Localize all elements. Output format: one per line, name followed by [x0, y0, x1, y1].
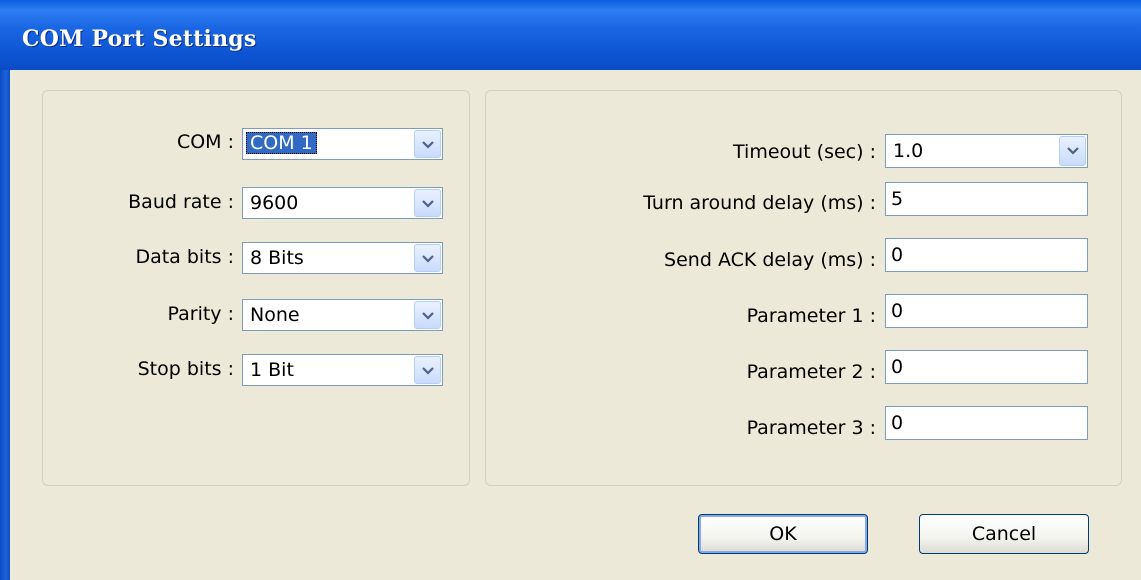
stop-bits-select[interactable]: 1 Bit [242, 354, 443, 386]
chevron-down-icon[interactable] [414, 189, 441, 217]
title-bar[interactable]: COM Port Settings [0, 0, 1141, 70]
parity-value: None [250, 304, 300, 326]
turn-around-delay-value: 5 [891, 188, 904, 210]
stop-bits-label: Stop bits : [137, 358, 234, 380]
baud-rate-select[interactable]: 9600 [242, 187, 443, 219]
chevron-down-icon[interactable] [414, 301, 441, 329]
chevron-down-icon[interactable] [414, 356, 441, 384]
com-select[interactable]: COM 1 [242, 128, 443, 160]
parameter-1-input[interactable]: 0 [885, 294, 1088, 328]
send-ack-delay-value: 0 [891, 244, 904, 266]
timeout-value: 1.0 [893, 140, 924, 162]
baud-rate-value: 9600 [250, 192, 299, 214]
data-bits-value: 8 Bits [250, 247, 304, 269]
parameter-3-input[interactable]: 0 [885, 406, 1088, 440]
timeout-label: Timeout (sec) : [733, 141, 876, 163]
cancel-button[interactable]: Cancel [919, 514, 1089, 554]
dialog-window: COM Port Settings COM : COM 1 Baud rate … [0, 0, 1141, 580]
parameter-1-label: Parameter 1 : [746, 305, 876, 327]
chevron-down-icon[interactable] [1059, 136, 1086, 166]
com-label: COM : [176, 131, 234, 153]
stop-bits-value: 1 Bit [250, 359, 294, 381]
parameter-2-input[interactable]: 0 [885, 350, 1088, 384]
chevron-down-icon[interactable] [414, 130, 441, 158]
parameter-3-value: 0 [891, 412, 904, 434]
parameter-2-value: 0 [891, 356, 904, 378]
turn-around-delay-input[interactable]: 5 [885, 182, 1088, 216]
com-value: COM 1 [246, 132, 317, 154]
parity-select[interactable]: None [242, 299, 443, 331]
data-bits-label: Data bits : [135, 246, 234, 268]
ok-button[interactable]: OK [698, 514, 868, 554]
parameter-3-label: Parameter 3 : [746, 417, 876, 439]
turn-around-delay-label: Turn around delay (ms) : [643, 192, 876, 214]
send-ack-delay-input[interactable]: 0 [885, 238, 1088, 272]
send-ack-delay-label: Send ACK delay (ms) : [664, 249, 876, 271]
data-bits-select[interactable]: 8 Bits [242, 242, 443, 274]
parameter-2-label: Parameter 2 : [746, 361, 876, 383]
window-title: COM Port Settings [22, 26, 257, 52]
parity-label: Parity : [167, 303, 234, 325]
chevron-down-icon[interactable] [414, 244, 441, 272]
baud-rate-label: Baud rate : [128, 191, 234, 213]
window-frame-left [0, 70, 10, 580]
timeout-select[interactable]: 1.0 [885, 134, 1088, 168]
parameter-1-value: 0 [891, 300, 904, 322]
